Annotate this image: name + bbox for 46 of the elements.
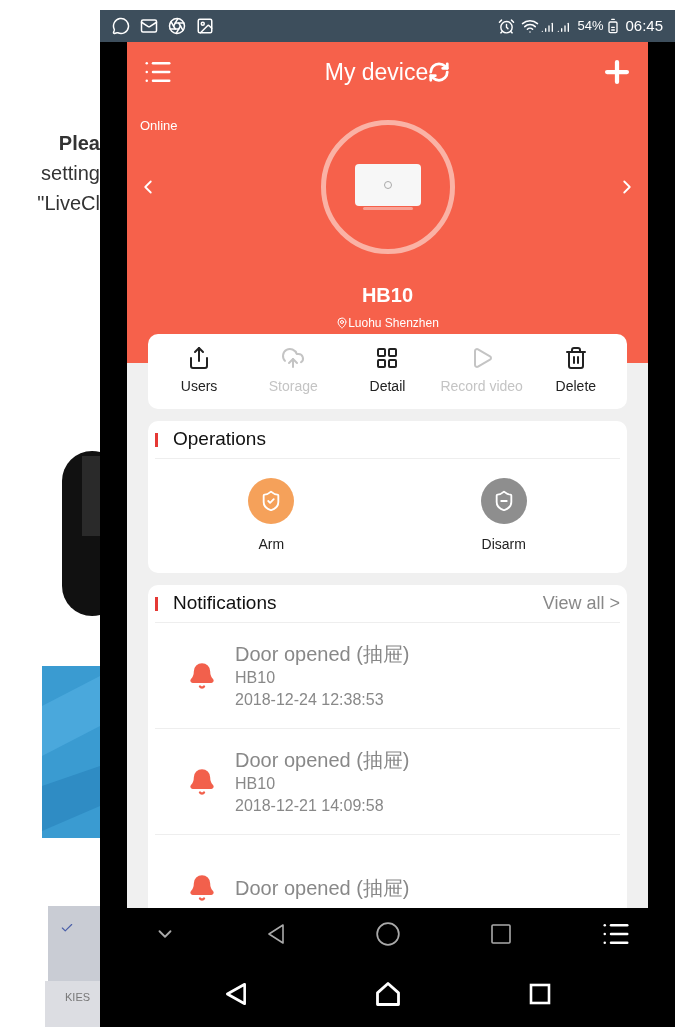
refresh-button[interactable] <box>428 61 451 83</box>
section-title: Operations <box>173 427 266 452</box>
notification-time: 2018-12-24 12:38:53 <box>235 689 385 710</box>
cloud-upload-icon <box>281 346 306 370</box>
recents-button[interactable] <box>528 981 553 1006</box>
mail-icon <box>140 17 158 35</box>
device-location: Luohu Shenzhen <box>348 315 439 332</box>
bell-icon <box>188 873 216 902</box>
home-button[interactable] <box>375 921 402 947</box>
grid-search-icon <box>375 346 400 370</box>
recents-button[interactable] <box>489 922 514 946</box>
action-button[interactable]: Users <box>153 346 246 397</box>
alarm-icon <box>498 17 516 35</box>
home-button[interactable] <box>374 979 403 1008</box>
notification-device: HB10 <box>235 773 277 794</box>
wifi-icon <box>521 17 540 35</box>
action-button[interactable]: Detail <box>341 346 434 397</box>
trash-icon <box>563 346 588 370</box>
bell-icon <box>188 661 216 690</box>
notification-title: Door opened (抽屉) <box>235 641 410 667</box>
chat-icon <box>112 17 130 35</box>
notification-title: Door opened (抽屉) <box>235 875 410 901</box>
notification-item[interactable]: Door opened (抽屉) HB10 2018-12-24 12:38:53 <box>155 623 620 729</box>
battery-percent: 54% <box>577 17 604 36</box>
view-all-link[interactable]: View all > <box>542 590 620 617</box>
bell-icon <box>188 767 216 796</box>
aperture-icon <box>168 17 186 35</box>
background-label: KIES <box>65 990 92 1005</box>
notification-device: HB10 <box>235 667 277 688</box>
device-icon <box>354 164 421 210</box>
background-text: Plea <box>58 131 100 156</box>
background-text: setting <box>41 161 100 186</box>
notification-item[interactable]: Door opened (抽屉) <box>155 835 620 908</box>
notification-item[interactable]: Door opened (抽屉) HB10 2018-12-21 14:09:58 <box>155 729 620 835</box>
image-icon <box>196 17 214 35</box>
section-title: Notifications <box>173 591 277 616</box>
clock-time: 06:45 <box>625 15 663 36</box>
notification-title: Door opened (抽屉) <box>235 747 410 773</box>
notification-time: 2018-12-21 14:09:58 <box>235 795 385 816</box>
background-text: "LiveCl <box>37 191 100 216</box>
device-status: Online <box>140 117 178 135</box>
device-name: HB10 <box>361 283 414 308</box>
action-button[interactable]: Delete <box>529 346 622 397</box>
location-pin-icon <box>336 317 349 329</box>
page-title: My device <box>324 57 429 87</box>
check-icon <box>60 921 74 935</box>
